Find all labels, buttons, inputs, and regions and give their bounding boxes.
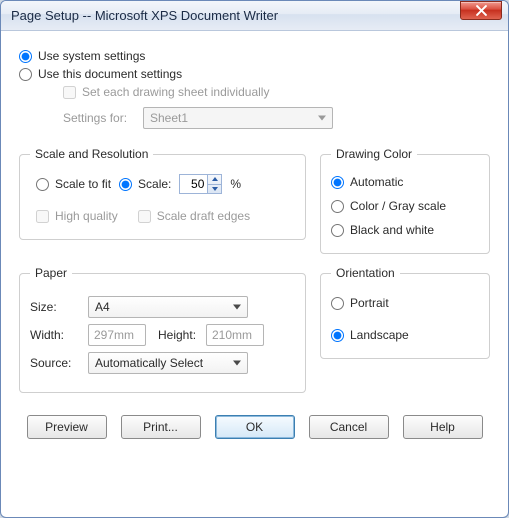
settings-for-combo: Sheet1 [143, 107, 333, 129]
close-icon [476, 5, 487, 16]
help-button[interactable]: Help [403, 415, 483, 439]
use-document-radio[interactable] [19, 68, 32, 81]
paper-source-value: Automatically Select [95, 356, 203, 370]
scale-draft-label: Scale draft edges [157, 209, 250, 223]
paper-source-combo[interactable]: Automatically Select [88, 352, 248, 374]
orientation-portrait-row[interactable]: Portrait [331, 296, 479, 310]
scale-legend: Scale and Resolution [30, 147, 153, 161]
chevron-down-icon [233, 361, 241, 366]
color-gray-row[interactable]: Color / Gray scale [331, 199, 479, 213]
button-bar: Preview Print... OK Cancel Help [19, 415, 490, 439]
use-system-radio[interactable] [19, 50, 32, 63]
orientation-landscape-label: Landscape [350, 328, 409, 342]
cancel-button[interactable]: Cancel [309, 415, 389, 439]
use-system-label: Use system settings [38, 49, 145, 63]
settings-for-row: Settings for: Sheet1 [63, 107, 490, 129]
color-automatic-label: Automatic [350, 175, 403, 189]
scale-radio[interactable] [119, 178, 132, 191]
print-button[interactable]: Print... [121, 415, 201, 439]
orientation-portrait-label: Portrait [350, 296, 389, 310]
paper-width-label: Width: [30, 328, 88, 342]
orientation-landscape-row[interactable]: Landscape [331, 328, 479, 342]
window-title: Page Setup -- Microsoft XPS Document Wri… [11, 8, 504, 23]
color-gray-label: Color / Gray scale [350, 199, 446, 213]
paper-size-label: Size: [30, 300, 88, 314]
paper-width-field[interactable]: 297mm [88, 324, 146, 346]
orientation-group: Orientation Portrait Landscape [320, 266, 490, 359]
paper-size-combo[interactable]: A4 [88, 296, 248, 318]
scale-label: Scale: [138, 177, 171, 191]
chevron-down-icon [212, 187, 218, 191]
color-bw-radio[interactable] [331, 224, 344, 237]
high-quality-checkbox [36, 210, 49, 223]
set-each-checkbox [63, 86, 76, 99]
paper-height-label: Height: [158, 328, 206, 342]
scale-to-fit-label: Scale to fit [55, 177, 111, 191]
chevron-up-icon [212, 177, 218, 181]
scale-suffix: % [230, 177, 241, 191]
orientation-portrait-radio[interactable] [331, 297, 344, 310]
spinner-up-button[interactable] [208, 175, 221, 184]
use-document-label: Use this document settings [38, 67, 182, 81]
paper-width-value: 297mm [94, 328, 134, 342]
scale-draft-row: Scale draft edges [138, 209, 250, 223]
scale-draft-checkbox [138, 210, 151, 223]
settings-for-value: Sheet1 [150, 111, 188, 125]
use-system-row[interactable]: Use system settings [19, 49, 490, 63]
chevron-down-icon [318, 116, 326, 121]
chevron-down-icon [233, 305, 241, 310]
close-button[interactable] [460, 1, 502, 20]
color-bw-row[interactable]: Black and white [331, 223, 479, 237]
scale-spinner[interactable] [179, 174, 222, 194]
paper-size-value: A4 [95, 300, 110, 314]
paper-legend: Paper [30, 266, 72, 280]
orientation-landscape-radio[interactable] [331, 329, 344, 342]
use-document-row[interactable]: Use this document settings [19, 67, 490, 81]
scale-resolution-group: Scale and Resolution Scale to fit Scale: [19, 147, 306, 240]
drawing-color-legend: Drawing Color [331, 147, 417, 161]
scale-input[interactable] [179, 174, 207, 194]
color-gray-radio[interactable] [331, 200, 344, 213]
orientation-legend: Orientation [331, 266, 400, 280]
paper-height-field[interactable]: 210mm [206, 324, 264, 346]
high-quality-label: High quality [55, 209, 118, 223]
settings-for-label: Settings for: [63, 111, 143, 125]
scale-to-fit-row[interactable]: Scale to fit [36, 177, 111, 191]
set-each-label: Set each drawing sheet individually [82, 85, 269, 99]
color-bw-label: Black and white [350, 223, 434, 237]
color-automatic-radio[interactable] [331, 176, 344, 189]
paper-height-value: 210mm [212, 328, 252, 342]
paper-group: Paper Size: A4 Width: 297mm Height: 210 [19, 266, 306, 393]
scale-row-option[interactable]: Scale: [119, 177, 171, 191]
set-each-row: Set each drawing sheet individually [63, 85, 490, 99]
dialog-body: Use system settings Use this document se… [1, 31, 508, 449]
color-automatic-row[interactable]: Automatic [331, 175, 479, 189]
paper-source-label: Source: [30, 356, 88, 370]
page-setup-dialog: Page Setup -- Microsoft XPS Document Wri… [0, 0, 509, 518]
titlebar[interactable]: Page Setup -- Microsoft XPS Document Wri… [1, 1, 508, 31]
ok-button[interactable]: OK [215, 415, 295, 439]
preview-button[interactable]: Preview [27, 415, 107, 439]
drawing-color-group: Drawing Color Automatic Color / Gray sca… [320, 147, 490, 254]
scale-to-fit-radio[interactable] [36, 178, 49, 191]
high-quality-row: High quality [36, 209, 118, 223]
spinner-down-button[interactable] [208, 184, 221, 194]
